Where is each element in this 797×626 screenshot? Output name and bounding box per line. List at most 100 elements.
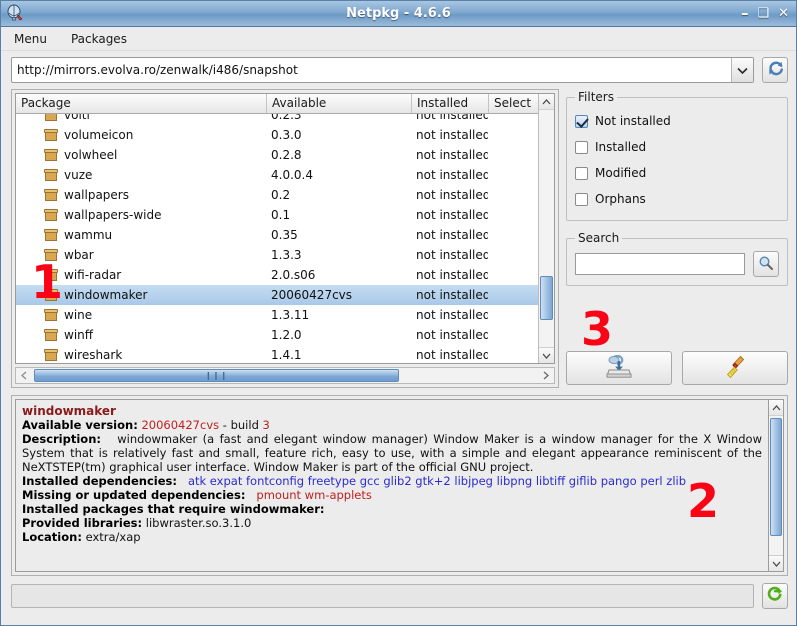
cell-available: 0.2 <box>271 187 291 202</box>
checkbox-orphans[interactable] <box>575 192 588 206</box>
column-header-package[interactable]: Package <box>16 94 266 113</box>
refresh-button[interactable] <box>762 57 788 83</box>
clean-button[interactable] <box>682 351 788 385</box>
cell-installed: not installed <box>416 347 488 362</box>
details-build-value: 3 <box>262 418 270 432</box>
details-vscroll-trough[interactable] <box>769 416 783 555</box>
table-row[interactable]: volti 0.2.3 not installed <box>16 113 538 125</box>
mirror-url-input[interactable] <box>12 58 731 82</box>
cell-installed: not installed <box>416 167 488 182</box>
details-installed-deps-value: atk expat fontconfig freetype gcc glib2 … <box>187 474 687 488</box>
filter-installed[interactable]: Installed <box>575 134 779 160</box>
scroll-left-button[interactable] <box>16 368 32 383</box>
table-row[interactable]: wallpapers-wide 0.1 not installed <box>16 205 538 225</box>
package-list[interactable]: Package Available Installed Select volti… <box>15 93 555 365</box>
details-package-name: windowmaker <box>22 404 116 418</box>
details-scroll-down-button[interactable] <box>769 555 783 571</box>
table-row[interactable]: wine 1.3.11 not installed <box>16 305 538 325</box>
package-box-icon <box>44 113 58 121</box>
window-title: Netpkg - 4.6.6 <box>346 6 451 21</box>
details-description-text: windowmaker (a fast and elegant window m… <box>22 432 762 474</box>
column-header-installed[interactable]: Installed <box>411 94 488 113</box>
column-header-available[interactable]: Available <box>266 94 411 113</box>
table-row[interactable]: winff 1.2.0 not installed <box>16 325 538 345</box>
filter-orphans[interactable]: Orphans <box>575 186 779 212</box>
cell-package-name: wallpapers-wide <box>64 207 162 222</box>
details-location-value: extra/xap <box>85 530 141 544</box>
checkbox-installed[interactable] <box>575 140 588 154</box>
details-provided-libs-value: libwraster.so.3.1.0 <box>145 516 252 530</box>
cell-available: 0.2.8 <box>271 147 302 162</box>
cell-available: 20060427cvs <box>271 287 353 302</box>
magnifier-icon <box>758 255 774 274</box>
cell-installed: not installed <box>416 287 488 302</box>
package-details-text[interactable]: windowmaker Available version: 20060427c… <box>15 399 768 572</box>
details-missing-deps-value: pmount wm-applets <box>256 488 372 502</box>
filter-label-modified: Modified <box>595 166 647 180</box>
package-details-frame: windowmaker Available version: 20060427c… <box>11 395 788 576</box>
table-row[interactable]: wallpapers 0.2 not installed <box>16 185 538 205</box>
checkbox-not-installed[interactable] <box>575 114 588 128</box>
column-header-select[interactable]: Select <box>488 94 538 113</box>
table-row[interactable]: wireshark 1.4.1 not installed <box>16 345 538 363</box>
install-button[interactable] <box>566 351 672 385</box>
close-button[interactable]: ✕ <box>778 7 789 20</box>
details-vscrollbar[interactable] <box>768 399 784 572</box>
menu-item-packages[interactable]: Packages <box>68 30 130 48</box>
search-button[interactable] <box>753 251 779 277</box>
table-row[interactable]: wifi-radar 2.0.s06 not installed <box>16 265 538 285</box>
package-list-vscrollbar[interactable] <box>538 94 554 364</box>
cell-package-name: wammu <box>64 227 113 242</box>
details-vscroll-thumb[interactable] <box>770 418 782 536</box>
menu-item-menu[interactable]: Menu <box>11 30 50 48</box>
cell-package-name: volti <box>64 113 90 122</box>
cell-package: vuze <box>16 168 266 182</box>
hscroll-thumb[interactable]: ❙❙❙ <box>34 369 399 382</box>
vscroll-trough[interactable] <box>539 110 554 348</box>
scroll-up-button[interactable] <box>539 94 554 110</box>
details-missing-deps-label: Missing or updated dependencies: <box>22 488 246 502</box>
cell-package-name: winff <box>64 327 94 342</box>
package-box-icon <box>44 328 58 341</box>
maximize-button[interactable]: ❑ <box>757 7 769 20</box>
cell-package: wallpapers-wide <box>16 208 266 222</box>
cell-package-name: wine <box>64 307 93 322</box>
table-row[interactable]: windowmaker 20060427cvs not installed <box>16 284 538 305</box>
cell-installed: not installed <box>416 113 488 122</box>
status-row <box>1 576 796 616</box>
table-row[interactable]: wbar 1.3.3 not installed <box>16 245 538 265</box>
scroll-down-button[interactable] <box>539 347 554 364</box>
cell-package: volwheel <box>16 148 266 162</box>
cell-package: wammu <box>16 228 266 242</box>
details-scroll-up-button[interactable] <box>769 400 783 416</box>
broom-clean-icon <box>722 354 748 383</box>
minimize-button[interactable]: – <box>741 6 749 21</box>
filter-not-installed[interactable]: Not installed <box>575 108 779 134</box>
package-box-icon <box>44 288 58 301</box>
details-installed-deps-label: Installed dependencies: <box>22 474 177 488</box>
filter-modified[interactable]: Modified <box>575 160 779 186</box>
table-row[interactable]: volumeicon 0.3.0 not installed <box>16 125 538 145</box>
chevron-down-icon[interactable] <box>731 58 753 82</box>
checkbox-modified[interactable] <box>575 166 588 180</box>
mirror-url-combobox[interactable] <box>11 57 754 83</box>
cell-installed: not installed <box>416 147 488 162</box>
table-row[interactable]: wammu 0.35 not installed <box>16 225 538 245</box>
details-available-version-value: 20060427cvs <box>141 418 220 432</box>
scroll-right-button[interactable] <box>538 368 554 383</box>
hscroll-trough[interactable]: ❙❙❙ <box>32 368 538 383</box>
package-box-icon <box>44 248 58 261</box>
table-row[interactable]: vuze 4.0.0.4 not installed <box>16 165 538 185</box>
vscroll-thumb[interactable] <box>540 276 553 320</box>
cell-package-name: vuze <box>64 167 93 182</box>
package-rows[interactable]: volti 0.2.3 not installed volumeicon 0.3.0 no… <box>16 113 538 364</box>
cell-installed: not installed <box>416 227 488 242</box>
search-input[interactable] <box>575 253 745 275</box>
package-list-hscrollbar[interactable]: ❙❙❙ <box>15 367 555 384</box>
cell-package-name: wifi-radar <box>64 267 122 282</box>
cell-package-name: wbar <box>64 247 94 262</box>
table-row[interactable]: volwheel 0.2.8 not installed <box>16 145 538 165</box>
quit-button[interactable] <box>762 583 788 609</box>
details-provided-libs-label: Provided libraries: <box>22 516 143 530</box>
details-build-label: - build <box>222 418 259 432</box>
